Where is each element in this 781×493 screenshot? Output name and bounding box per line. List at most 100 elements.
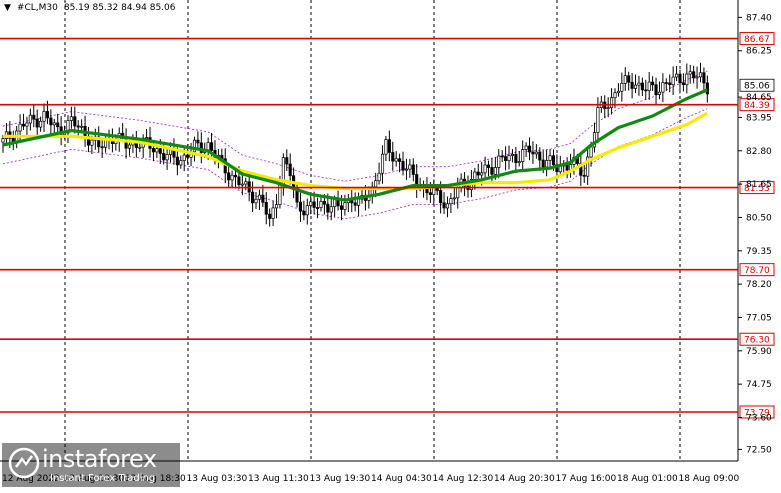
y-tick-label: 78.20 <box>746 280 772 290</box>
instaforex-watermark: instaforex Instant Forex Trading <box>2 443 180 487</box>
candle-body <box>517 161 521 164</box>
y-tick-label: 80.50 <box>746 213 772 223</box>
candle-body <box>486 164 491 168</box>
candle-body <box>521 149 525 162</box>
candle-body <box>100 146 104 149</box>
candle-body <box>329 206 333 213</box>
candle-body <box>162 153 166 161</box>
candle-body <box>76 125 80 128</box>
candle-body <box>391 152 395 162</box>
candle-body <box>500 155 504 158</box>
ohlc-values: 85.19 85.32 84.94 85.06 <box>63 3 176 13</box>
candle-body <box>302 210 306 216</box>
candle-body <box>473 171 477 180</box>
candle-body <box>613 92 617 98</box>
candle-body <box>633 84 638 89</box>
candle-body <box>504 156 508 161</box>
candle-body <box>261 194 265 203</box>
y-tick-label: 73.60 <box>746 414 772 424</box>
candle-body <box>428 192 432 195</box>
candle-body <box>647 81 651 91</box>
candle-body <box>127 144 132 149</box>
y-tick-label: 81.65 <box>746 180 772 190</box>
candle-body <box>35 118 39 128</box>
candle-body <box>56 122 60 128</box>
candle-body <box>678 73 682 84</box>
y-tick-label: 84.65 <box>746 93 772 103</box>
candle-body <box>21 123 26 127</box>
x-tick-label: 13 Aug 19:30 <box>310 474 371 484</box>
x-tick-label: 17 Aug 16:00 <box>556 474 617 484</box>
candle-body <box>671 76 675 86</box>
candle-body <box>254 198 258 204</box>
candle-body <box>240 183 244 186</box>
candle-body <box>28 114 32 124</box>
candle-body <box>664 82 668 84</box>
candle-body <box>319 201 323 208</box>
symbol-label: #CL,M30 <box>16 3 58 13</box>
candle-body <box>541 159 545 168</box>
candle-body <box>80 125 84 128</box>
candle-body <box>408 164 412 170</box>
candle-body <box>339 205 344 210</box>
candle-body <box>661 82 665 93</box>
candle-body <box>155 148 159 153</box>
candle-body <box>449 198 453 205</box>
y-tick-label: 87.40 <box>746 13 772 23</box>
candle-body <box>685 73 689 86</box>
candle-body <box>681 82 685 86</box>
candle-body <box>175 156 179 166</box>
candle-body <box>702 72 706 84</box>
candle-body <box>257 194 261 200</box>
level-label: 78.70 <box>744 266 770 276</box>
chart-header: ▼ #CL,M30 85.19 85.32 84.94 85.06 <box>4 3 182 13</box>
candle-body <box>73 116 77 127</box>
candle-body <box>627 75 631 83</box>
candle-body <box>630 81 634 89</box>
instaforex-logo-icon <box>8 447 40 479</box>
candle-body <box>312 201 316 208</box>
candle-body <box>39 120 43 128</box>
x-tick-label: 14 Aug 20:30 <box>494 474 555 484</box>
x-tick-label: 14 Aug 04:30 <box>371 474 432 484</box>
candle-body <box>545 160 549 168</box>
candle-body <box>589 146 593 158</box>
candle-body <box>623 75 627 84</box>
candle-body <box>637 82 641 86</box>
collapse-arrow-icon[interactable]: ▼ <box>4 3 11 13</box>
candle-body <box>151 148 155 153</box>
x-tick-label: 13 Aug 03:30 <box>187 474 248 484</box>
candle-body <box>675 73 679 78</box>
candle-body <box>534 151 538 155</box>
current-price-label: 85.06 <box>744 82 770 92</box>
candle-body <box>657 91 662 95</box>
candle-body <box>442 202 446 209</box>
candle-body <box>497 155 501 168</box>
candle-body <box>514 154 518 164</box>
candle-body <box>705 82 709 95</box>
candle-body <box>548 155 552 161</box>
candle-body <box>374 180 378 188</box>
candle-body <box>182 154 186 161</box>
candle-body <box>90 139 94 146</box>
candle-body <box>138 146 142 149</box>
candle-body <box>493 167 497 175</box>
candle-body <box>11 138 15 142</box>
candle-body <box>1 138 5 143</box>
candle-body <box>651 81 655 86</box>
price-chart: 86.67 84.39 81.53 78.70 76.30 73.79 85.06 87.4… <box>0 0 781 489</box>
candle-body <box>538 151 542 161</box>
candle-body <box>32 114 36 120</box>
candle-body <box>264 201 268 215</box>
candle-body <box>52 122 56 126</box>
x-tick-label: 13 Aug 11:30 <box>248 474 309 484</box>
candle-body <box>439 190 443 204</box>
candle-body <box>432 187 436 195</box>
candle-body <box>316 207 320 209</box>
candle-body <box>510 154 514 156</box>
candle-body <box>565 164 569 171</box>
candle-body <box>384 139 388 155</box>
candle-body <box>268 213 272 219</box>
y-tick-label: 72.50 <box>746 445 772 455</box>
y-tick-label: 83.95 <box>746 113 772 123</box>
